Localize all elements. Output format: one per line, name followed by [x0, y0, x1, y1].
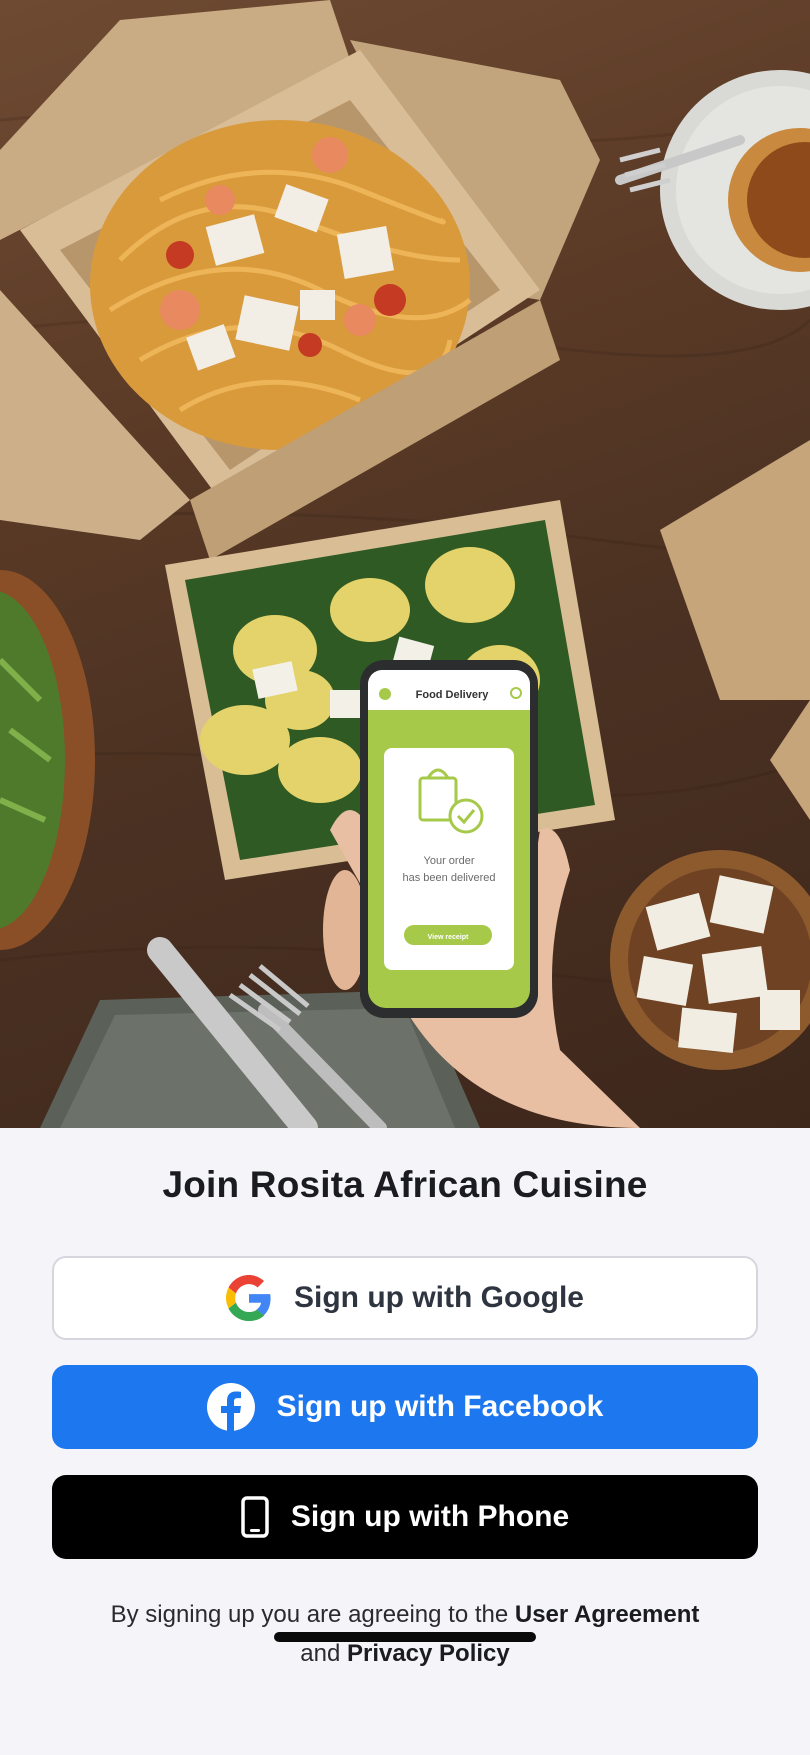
hero-illustration: Food Delivery Your order has been delive… [0, 0, 810, 1128]
hero-food-image: Food Delivery Your order has been delive… [0, 0, 810, 1128]
facebook-signup-button[interactable]: Sign up with Facebook [52, 1365, 758, 1449]
phone-mockup: Food Delivery Your order has been delive… [360, 660, 538, 1018]
phone-signup-label: Sign up with Phone [290, 1500, 570, 1533]
box-right-edge [660, 440, 810, 820]
google-icon [226, 1275, 272, 1321]
legal-and: and [300, 1640, 341, 1667]
privacy-policy-link[interactable]: Privacy Policy [347, 1640, 510, 1667]
facebook-icon [206, 1383, 255, 1431]
google-signup-button[interactable]: Sign up with Google [52, 1256, 758, 1340]
phone-screen-title: Food Delivery [416, 689, 490, 701]
user-agreement-link[interactable]: User Agreement [515, 1601, 700, 1628]
cheese-bowl [610, 850, 810, 1070]
legal-prefix: By signing up you are agreeing to the [110, 1601, 509, 1628]
pasta-box [0, 0, 600, 560]
page-title: Join Rosita African Cuisine [162, 1164, 648, 1205]
phone-signup-button[interactable]: Sign up with Phone [52, 1475, 758, 1559]
phone-message-line1: Your order [424, 855, 475, 867]
home-indicator [274, 1632, 536, 1642]
plate-top-right [615, 70, 810, 310]
phone-view-receipt: View receipt [428, 934, 469, 941]
salad-bowl-left [0, 570, 95, 950]
facebook-signup-label: Sign up with Facebook [276, 1390, 604, 1423]
signup-sheet: Join Rosita African Cuisine Sign up with… [0, 1128, 810, 1755]
smartphone-icon [241, 1496, 269, 1538]
phone-message-line2: has been delivered [403, 872, 496, 884]
google-signup-label: Sign up with Google [294, 1281, 584, 1314]
